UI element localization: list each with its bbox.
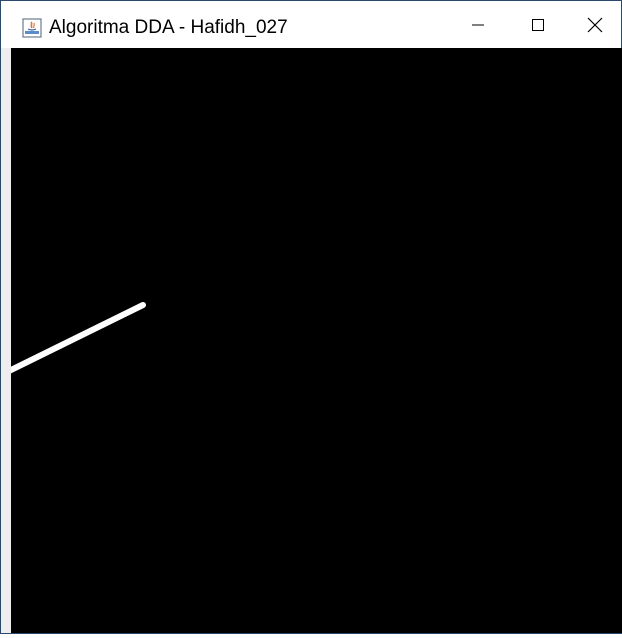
drawing-canvas[interactable] <box>6 48 622 633</box>
title-bar[interactable]: Algoritma DDA - Hafidh_027 <box>1 0 621 48</box>
maximize-icon <box>532 19 544 31</box>
java-icon <box>22 18 42 38</box>
maximize-button[interactable] <box>507 1 569 49</box>
dda-line <box>6 302 146 374</box>
window-frame-left <box>1 48 11 633</box>
minimize-button[interactable] <box>447 1 509 49</box>
close-icon <box>587 17 603 33</box>
minimize-icon <box>472 24 484 26</box>
app-window: Algoritma DDA - Hafidh_027 <box>0 0 622 634</box>
canvas-drawing <box>6 302 146 374</box>
close-button[interactable] <box>568 1 622 49</box>
window-title: Algoritma DDA - Hafidh_027 <box>49 17 288 38</box>
